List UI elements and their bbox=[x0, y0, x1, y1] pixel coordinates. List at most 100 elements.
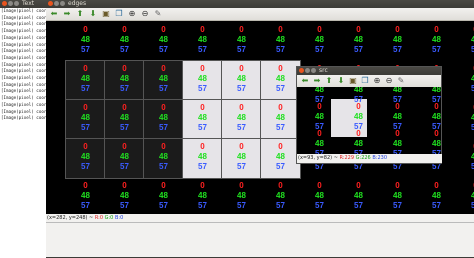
green-channel-value: 48 bbox=[393, 191, 402, 200]
terminal-line: [Image(pixel) coordi bbox=[1, 101, 46, 107]
copy-icon[interactable]: ❐ bbox=[114, 9, 124, 19]
arrow-down-icon[interactable]: ⬇ bbox=[88, 9, 98, 19]
red-channel-value: 0 bbox=[122, 142, 127, 151]
red-channel-value: 0 bbox=[434, 25, 439, 34]
red-channel-value: 0 bbox=[395, 102, 400, 111]
minimize-button[interactable] bbox=[54, 1, 59, 6]
src-titlebar: src bbox=[297, 67, 441, 75]
pixel-value-cell: 04857 bbox=[417, 102, 441, 132]
pixel-value-cell: 04857 bbox=[261, 64, 300, 94]
window-title: edges bbox=[68, 0, 87, 7]
terminal-line: [Image(pixel) coordi bbox=[1, 21, 46, 27]
terminal-line: [Image(pixel) coordi bbox=[1, 41, 46, 47]
terminal-output[interactable]: [Image(pixel) coordi[Image(pixel) coordi… bbox=[0, 8, 46, 258]
blue-channel-value: 57 bbox=[159, 123, 168, 132]
green-channel-value: 48 bbox=[198, 113, 207, 122]
arrow-right-icon[interactable]: ➡ bbox=[62, 9, 72, 19]
green-channel-value: 48 bbox=[237, 113, 246, 122]
red-channel-value: 0 bbox=[395, 129, 400, 138]
green-channel-value: 48 bbox=[276, 191, 285, 200]
zoom-in-icon[interactable]: ⊕ bbox=[372, 76, 382, 86]
green-channel-value: 48 bbox=[471, 113, 474, 122]
close-button[interactable] bbox=[299, 68, 304, 73]
pixel-value-cell: 04857 bbox=[66, 181, 105, 211]
red-channel-value: 0 bbox=[122, 103, 127, 112]
pixel-value-cell: 04857 bbox=[222, 142, 261, 172]
green-value: G:0 bbox=[104, 215, 114, 221]
green-channel-value: 48 bbox=[393, 139, 402, 148]
pixel-value-cell: 04857 bbox=[300, 25, 339, 55]
zoom-out-icon[interactable]: ⊖ bbox=[140, 9, 150, 19]
pixel-value-cell: 04857 bbox=[456, 142, 474, 172]
zoom-in-icon[interactable]: ⊕ bbox=[127, 9, 137, 19]
green-channel-value: 48 bbox=[393, 112, 402, 121]
pixel-value-cell: 04857 bbox=[66, 64, 105, 94]
red-channel-value: 0 bbox=[122, 64, 127, 73]
blue-channel-value: 57 bbox=[315, 45, 324, 54]
green-channel-value: 48 bbox=[81, 191, 90, 200]
blue-channel-value: 57 bbox=[120, 45, 129, 54]
red-channel-value: 0 bbox=[395, 181, 400, 190]
arrow-up-icon[interactable]: ⬆ bbox=[75, 9, 85, 19]
save-icon[interactable]: ▣ bbox=[101, 9, 111, 19]
minimize-button[interactable] bbox=[8, 1, 13, 6]
pixel-value-cell: 04857 bbox=[144, 103, 183, 133]
save-icon[interactable]: ▣ bbox=[348, 76, 358, 86]
pixel-value-cell: 04857 bbox=[417, 25, 456, 55]
close-button[interactable] bbox=[2, 1, 7, 6]
blue-channel-value: 57 bbox=[237, 201, 246, 210]
zoom-out-icon[interactable]: ⊖ bbox=[384, 76, 394, 86]
red-channel-value: 0 bbox=[200, 103, 205, 112]
terminal-title: Text bbox=[22, 0, 35, 7]
blue-channel-value: 57 bbox=[159, 45, 168, 54]
green-channel-value: 48 bbox=[159, 191, 168, 200]
close-button[interactable] bbox=[48, 1, 53, 6]
green-channel-value: 48 bbox=[276, 35, 285, 44]
green-channel-value: 48 bbox=[471, 74, 474, 83]
blue-channel-value: 57 bbox=[159, 201, 168, 210]
minimize-button[interactable] bbox=[305, 68, 310, 73]
arrow-left-icon[interactable]: ⬅ bbox=[49, 9, 59, 19]
pixel-value-cell: 04857 bbox=[144, 181, 183, 211]
arrow-up-icon[interactable]: ⬆ bbox=[324, 76, 334, 86]
blue-channel-value: 57 bbox=[471, 123, 474, 132]
blue-channel-value: 57 bbox=[159, 84, 168, 93]
properties-icon[interactable]: ✎ bbox=[153, 9, 163, 19]
pixel-value-cell: 04857 bbox=[378, 129, 417, 154]
green-channel-value: 48 bbox=[354, 139, 363, 148]
pixel-value-cell: 04857 bbox=[144, 25, 183, 55]
blue-channel-value: 57 bbox=[120, 123, 129, 132]
red-channel-value: 0 bbox=[239, 181, 244, 190]
red-channel-value: 0 bbox=[456, 103, 474, 113]
maximize-button[interactable] bbox=[311, 68, 316, 73]
pixel-value-cell: 04857 bbox=[105, 25, 144, 55]
terminal-titlebar: Text bbox=[0, 0, 46, 8]
blue-channel-value: 57 bbox=[198, 45, 207, 54]
maximize-button[interactable] bbox=[14, 1, 19, 6]
pixel-value-cell: 04857 bbox=[183, 103, 222, 133]
blue-channel-value: 57 bbox=[354, 201, 363, 210]
green-channel-value: 48 bbox=[276, 113, 285, 122]
red-channel-value: 0 bbox=[317, 129, 322, 138]
green-channel-value: 48 bbox=[159, 113, 168, 122]
coords-readout: (x=93, y=82) ~ bbox=[298, 155, 338, 161]
green-channel-value: 48 bbox=[432, 191, 441, 200]
green-channel-value: 48 bbox=[354, 87, 363, 94]
terminal-line: [Image(pixel) coordi bbox=[1, 48, 46, 54]
pixel-value-cell: 04857 bbox=[222, 64, 261, 94]
blue-channel-value: 57 bbox=[393, 201, 402, 210]
arrow-right-icon[interactable]: ➡ bbox=[312, 76, 322, 86]
maximize-button[interactable] bbox=[60, 1, 65, 6]
pixel-value-cell: 04857 bbox=[339, 181, 378, 211]
terminal-window: Text [Image(pixel) coordi[Image(pixel) c… bbox=[0, 0, 46, 258]
arrow-left-icon[interactable]: ⬅ bbox=[300, 76, 310, 86]
red-channel-value: 0 bbox=[456, 142, 474, 152]
blue-channel-value: 57 bbox=[81, 45, 90, 54]
properties-icon[interactable]: ✎ bbox=[396, 76, 406, 86]
pixel-value-cell: 04857 bbox=[105, 142, 144, 172]
arrow-down-icon[interactable]: ⬇ bbox=[336, 76, 346, 86]
src-image-canvas[interactable]: 0485704857048570485704857048570485704857… bbox=[297, 87, 441, 154]
green-channel-value: 48 bbox=[315, 87, 324, 94]
copy-icon[interactable]: ❐ bbox=[360, 76, 370, 86]
red-channel-value: 0 bbox=[200, 181, 205, 190]
